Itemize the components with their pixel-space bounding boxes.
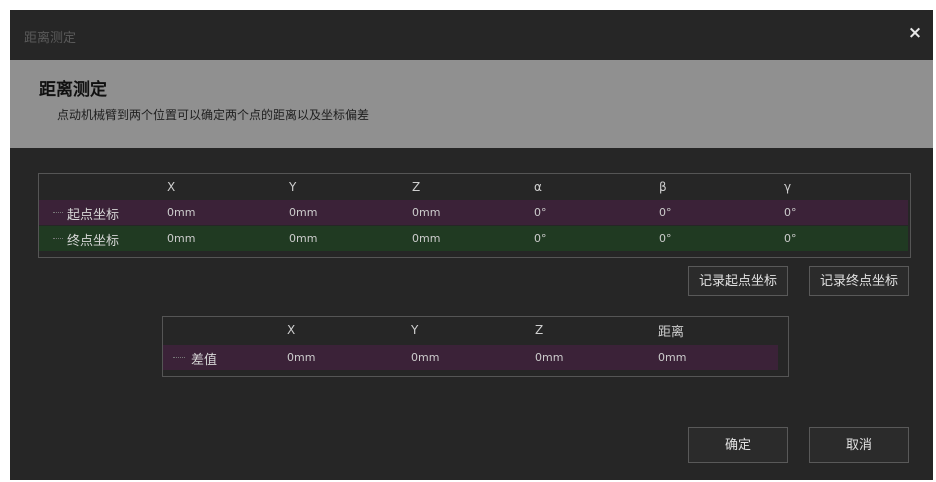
column-header-alpha: α xyxy=(534,180,542,194)
column-header-y: Y xyxy=(289,180,297,194)
cell-distance: 0mm xyxy=(658,351,687,364)
page-title: 距离测定 xyxy=(39,80,107,100)
cell-beta: 0° xyxy=(659,206,672,219)
column-header-x: X xyxy=(167,180,176,194)
record-end-button[interactable]: 记录终点坐标 xyxy=(809,266,909,296)
row-label: 起点坐标 xyxy=(67,208,120,223)
cell-y: 0mm xyxy=(289,232,318,245)
record-start-button[interactable]: 记录起点坐标 xyxy=(688,266,788,296)
cell-y: 0mm xyxy=(289,206,318,219)
window-title: 距离测定 xyxy=(24,31,77,46)
close-icon[interactable]: × xyxy=(905,23,925,43)
row-label: 差值 xyxy=(191,353,218,368)
cell-x: 0mm xyxy=(287,351,316,364)
table-row-start-point[interactable]: 起点坐标 0mm 0mm 0mm 0° 0° 0° xyxy=(39,200,908,225)
header-panel: 距离测定 点动机械臂到两个位置可以确定两个点的距离以及坐标偏差 xyxy=(10,60,933,148)
cell-z: 0mm xyxy=(412,206,441,219)
confirm-button[interactable]: 确定 xyxy=(688,427,788,463)
cancel-button[interactable]: 取消 xyxy=(809,427,909,463)
column-header-x: X xyxy=(287,323,296,337)
table-header: X Y Z 距离 xyxy=(163,317,788,342)
table-row-difference[interactable]: 差值 0mm 0mm 0mm 0mm xyxy=(163,345,778,370)
cell-alpha: 0° xyxy=(534,232,547,245)
column-header-z: Z xyxy=(412,180,421,194)
title-bar: 距离测定 × xyxy=(10,10,933,60)
table-row-end-point[interactable]: 终点坐标 0mm 0mm 0mm 0° 0° 0° xyxy=(39,226,908,251)
distance-measure-dialog: 距离测定 × 距离测定 点动机械臂到两个位置可以确定两个点的距离以及坐标偏差 X… xyxy=(10,10,933,480)
page-description: 点动机械臂到两个位置可以确定两个点的距离以及坐标偏差 xyxy=(57,108,370,122)
cell-x: 0mm xyxy=(167,206,196,219)
tree-branch xyxy=(173,357,185,358)
tree-branch xyxy=(53,212,63,213)
difference-table: X Y Z 距离 差值 0mm 0mm 0mm 0mm xyxy=(162,316,789,377)
cell-y: 0mm xyxy=(411,351,440,364)
column-header-z: Z xyxy=(535,323,544,337)
cell-gamma: 0° xyxy=(784,232,797,245)
cell-gamma: 0° xyxy=(784,206,797,219)
column-header-gamma: γ xyxy=(784,180,792,194)
row-label: 终点坐标 xyxy=(67,234,120,249)
column-header-y: Y xyxy=(411,323,419,337)
tree-branch xyxy=(53,238,63,239)
cell-z: 0mm xyxy=(412,232,441,245)
cell-x: 0mm xyxy=(167,232,196,245)
cell-z: 0mm xyxy=(535,351,564,364)
column-header-beta: β xyxy=(659,180,667,194)
cell-beta: 0° xyxy=(659,232,672,245)
column-header-distance: 距离 xyxy=(658,325,685,340)
cell-alpha: 0° xyxy=(534,206,547,219)
table-header: X Y Z α β γ xyxy=(39,174,910,199)
coordinate-table: X Y Z α β γ 起点坐标 0mm 0mm 0mm 0° 0° 0° 终点… xyxy=(38,173,911,258)
